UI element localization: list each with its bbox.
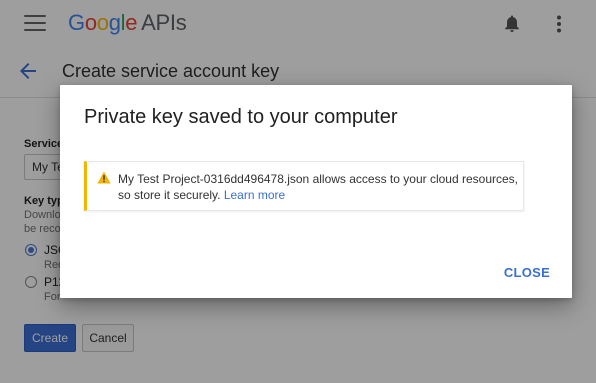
dialog-title: Private key saved to your computer (84, 106, 398, 128)
alert-message-text: My Test Project-0316dd496478.json allows… (118, 172, 518, 202)
warning-alert: My Test Project-0316dd496478.json allows… (84, 161, 524, 211)
warning-icon (97, 171, 111, 184)
close-button[interactable]: CLOSE (496, 261, 558, 285)
console-page: Google APIs Create service account key Se… (0, 0, 596, 383)
alert-message: My Test Project-0316dd496478.json allows… (118, 171, 523, 203)
private-key-dialog: Private key saved to your computer My Te… (60, 85, 572, 298)
learn-more-link[interactable]: Learn more (224, 188, 285, 202)
